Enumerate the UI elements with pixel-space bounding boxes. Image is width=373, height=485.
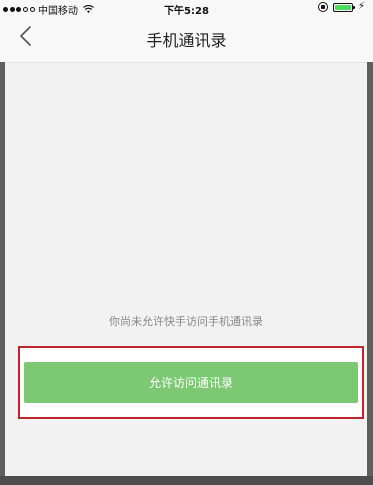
battery-fill xyxy=(334,4,351,10)
page-title: 手机通讯录 xyxy=(146,31,227,50)
permission-hint: 你尚未允许快手访问手机通讯录 xyxy=(109,315,263,328)
screen-edge-right xyxy=(367,62,373,485)
bottom-edge xyxy=(0,476,373,485)
nav-bar: 手机通讯录 xyxy=(0,16,373,63)
battery-icon xyxy=(332,2,355,12)
status-right: ⚡ xyxy=(317,1,365,12)
charging-icon: ⚡ xyxy=(357,1,365,12)
rotation-lock-icon xyxy=(317,2,328,12)
status-bar: 中国移动 下午5:28 ⚡ xyxy=(0,0,373,17)
main-content: 你尚未允许快手访问手机通讯录 允许访问通讯录 xyxy=(5,63,367,485)
phone-screen: 中国移动 下午5:28 ⚡ 手机通讯录 你尚未允许快手访问手机通讯录 允许访问通… xyxy=(0,0,373,485)
allow-contacts-button[interactable]: 允许访问通讯录 xyxy=(24,362,358,403)
